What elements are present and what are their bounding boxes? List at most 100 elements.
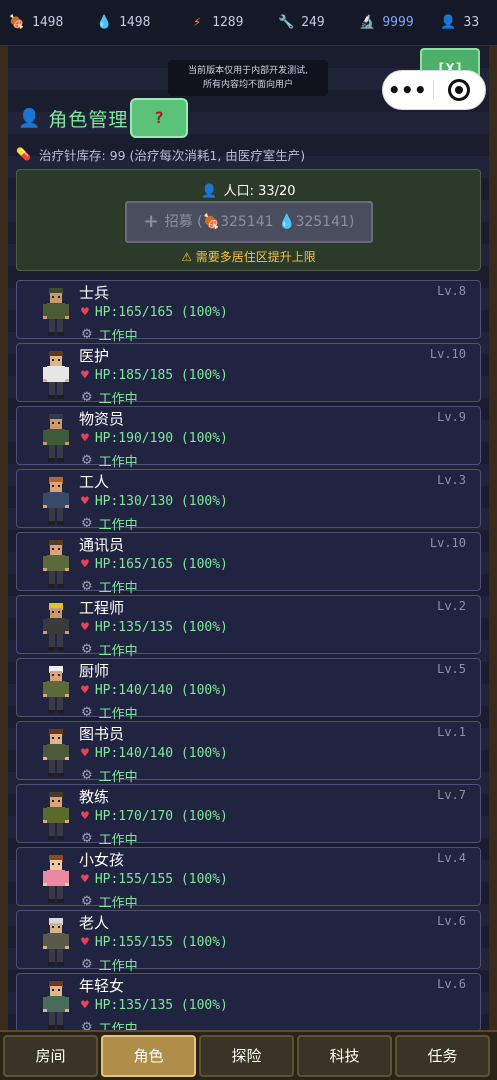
resource-meat: 🍖 1498 <box>8 11 95 35</box>
character-status-text: 工作中 <box>98 1022 138 1030</box>
more-menu-button[interactable]: ••• <box>383 80 433 100</box>
resource-value: 1289 <box>212 15 244 30</box>
character-status-text: 工作中 <box>98 896 138 911</box>
wrench-icon: 🔧 <box>278 15 295 30</box>
character-hp-text: HP:135/135 (100%) <box>94 998 228 1013</box>
character-card[interactable]: 士兵 Lv.8 ♥ HP:165/165 (100%) ⚙ 工作中 <box>16 280 481 344</box>
dev-notice-line2: 所有内容均不面向用户 <box>202 80 293 90</box>
character-hp: ♥ HP:140/140 (100%) <box>81 683 228 698</box>
character-hp-text: HP:185/185 (100%) <box>94 368 228 383</box>
character-card[interactable]: 物资员 Lv.9 ♥ HP:190/190 (100%) ⚙ 工作中 <box>16 406 481 470</box>
heart-icon: ♥ <box>81 557 89 572</box>
character-avatar <box>43 288 69 336</box>
dev-notice: 当前版本仅用于内部开发测试, 所有内容均不面向用户 <box>168 60 328 96</box>
gear-icon: ⚙ <box>81 831 93 846</box>
character-card[interactable]: 年轻女 Lv.6 ♥ HP:135/135 (100%) ⚙ 工作中 <box>16 973 481 1030</box>
help-button[interactable]: ? <box>130 98 188 138</box>
heart-icon: ♥ <box>81 305 89 320</box>
character-hp: ♥ HP:135/135 (100%) <box>81 620 228 635</box>
character-level: Lv.7 <box>437 788 466 802</box>
character-name: 厨师 <box>79 662 110 680</box>
resource-value: 249 <box>301 15 325 30</box>
character-card[interactable]: 老人 Lv.6 ♥ HP:155/155 (100%) ⚙ 工作中 <box>16 910 481 974</box>
character-level: Lv.1 <box>437 725 466 739</box>
exit-miniprogram-button[interactable] <box>434 79 486 101</box>
nav-tab[interactable]: 任务 <box>395 1035 490 1077</box>
character-hp-text: HP:140/140 (100%) <box>94 683 228 698</box>
character-level: Lv.2 <box>437 599 466 613</box>
character-hp-text: HP:190/190 (100%) <box>94 431 228 446</box>
resource-value: 1498 <box>119 15 151 30</box>
resource-bar: 🍖 1498 💧 1498 ⚡ 1289 🔧 249 🔬 9999 👤 33 <box>0 0 497 46</box>
character-avatar <box>43 666 69 714</box>
character-status: ⚙ 工作中 <box>81 766 138 785</box>
character-card[interactable]: 通讯员 Lv.10 ♥ HP:165/165 (100%) ⚙ 工作中 <box>16 532 481 596</box>
person-icon: 👤 <box>18 107 41 129</box>
resource-wrench: 🔧 249 <box>277 11 358 35</box>
character-list: 士兵 Lv.8 ♥ HP:165/165 (100%) ⚙ 工作中 医护 Lv.10 ♥ HP:1… <box>16 280 481 1030</box>
character-avatar <box>43 918 69 966</box>
population-warning-text: 需要多居住区提升上限 <box>195 250 316 264</box>
character-card[interactable]: 厨师 Lv.5 ♥ HP:140/140 (100%) ⚙ 工作中 <box>16 658 481 722</box>
syringe-icon: 💊 <box>16 147 31 161</box>
gear-icon: ⚙ <box>81 642 93 657</box>
character-status: ⚙ 工作中 <box>81 514 138 533</box>
character-avatar <box>43 540 69 588</box>
character-card[interactable]: 工程师 Lv.2 ♥ HP:135/135 (100%) ⚙ 工作中 <box>16 595 481 659</box>
resource-value: 1498 <box>32 15 64 30</box>
character-avatar <box>43 855 69 903</box>
character-status-text: 工作中 <box>98 770 138 785</box>
page-title: 角色管理 <box>48 108 129 131</box>
recruit-button[interactable]: + 招募 (🍖325141 💧325141) <box>125 201 373 243</box>
character-avatar <box>43 981 69 1029</box>
character-card[interactable]: 图书员 Lv.1 ♥ HP:140/140 (100%) ⚙ 工作中 <box>16 721 481 785</box>
lightning-icon: ⚡ <box>193 15 202 30</box>
gear-icon: ⚙ <box>81 579 93 594</box>
nav-tab[interactable]: 房间 <box>3 1035 98 1077</box>
character-hp: ♥ HP:165/165 (100%) <box>81 305 228 320</box>
character-hp: ♥ HP:155/155 (100%) <box>81 935 228 950</box>
character-level: Lv.4 <box>437 851 466 865</box>
character-name: 工人 <box>79 473 110 491</box>
gear-icon: ⚙ <box>81 327 93 342</box>
character-status: ⚙ 工作中 <box>81 703 138 722</box>
water-drop-icon: 💧 <box>278 214 296 230</box>
character-name: 图书员 <box>79 725 125 743</box>
character-hp: ♥ HP:130/130 (100%) <box>81 494 228 509</box>
character-hp: ♥ HP:190/190 (100%) <box>81 431 228 446</box>
gear-icon: ⚙ <box>81 453 93 468</box>
character-hp: ♥ HP:140/140 (100%) <box>81 746 228 761</box>
nav-tab[interactable]: 科技 <box>297 1035 392 1077</box>
recruit-close: ) <box>348 214 355 230</box>
character-avatar <box>43 729 69 777</box>
recruit-food-cost: 325141 <box>220 214 274 230</box>
water-drop-icon: 💧 <box>96 15 113 30</box>
heart-icon: ♥ <box>81 368 89 383</box>
nav-tab[interactable]: 探险 <box>199 1035 294 1077</box>
nav-tab[interactable]: 角色 <box>101 1035 196 1077</box>
character-hp-text: HP:155/155 (100%) <box>94 935 228 950</box>
character-name: 物资员 <box>79 410 125 428</box>
character-name: 工程师 <box>79 599 125 617</box>
character-name: 老人 <box>79 914 110 932</box>
character-card[interactable]: 工人 Lv.3 ♥ HP:130/130 (100%) ⚙ 工作中 <box>16 469 481 533</box>
character-status: ⚙ 工作中 <box>81 640 138 659</box>
character-avatar <box>43 477 69 525</box>
character-hp: ♥ HP:155/155 (100%) <box>81 872 228 887</box>
character-hp: ♥ HP:185/185 (100%) <box>81 368 228 383</box>
character-hp-text: HP:165/165 (100%) <box>94 305 228 320</box>
character-card[interactable]: 医护 Lv.10 ♥ HP:185/185 (100%) ⚙ 工作中 <box>16 343 481 407</box>
heart-icon: ♥ <box>81 809 89 824</box>
resource-lightning: ⚡ 1289 <box>188 11 277 35</box>
character-card[interactable]: 小女孩 Lv.4 ♥ HP:155/155 (100%) ⚙ 工作中 <box>16 847 481 911</box>
character-status: ⚙ 工作中 <box>81 1018 138 1030</box>
character-level: Lv.9 <box>437 410 466 424</box>
character-card[interactable]: 教练 Lv.7 ♥ HP:170/170 (100%) ⚙ 工作中 <box>16 784 481 848</box>
character-name: 年轻女 <box>79 977 125 995</box>
character-avatar <box>43 351 69 399</box>
person-icon: 👤 <box>201 184 218 199</box>
microscope-icon: 🔬 <box>359 15 376 30</box>
resource-water-drop: 💧 1498 <box>95 11 188 35</box>
heart-icon: ♥ <box>81 494 89 509</box>
character-hp-text: HP:155/155 (100%) <box>94 872 228 887</box>
